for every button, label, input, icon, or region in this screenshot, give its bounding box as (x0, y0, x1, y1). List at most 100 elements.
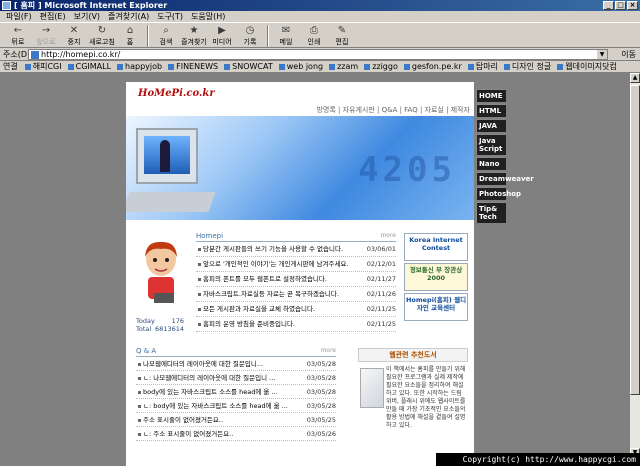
standard-toolbar: ← 뒤로 → 앞으로 ✕ 중지 ↻ 새로고침 ⌂ 홈 ⌕ 검색 ★ 즐겨찾기 ▶ 미디어 ◷ 기록… (0, 22, 640, 48)
list-item[interactable]: 모든 게시판과 자료실을 교체 하였습니다. 02/11/25 (196, 302, 396, 317)
list-item[interactable]: 홈피의 폰트를 모두 웹폰트로 설정하였습니다. 02/11/27 (196, 272, 396, 287)
side-nav-item[interactable]: HOME (476, 89, 506, 102)
keyboard-image (126, 192, 216, 212)
book-recommendation: 웹관련 추천도서 이 책에서는 홈피를 만들기 위해 필요한 프로그램과 실제 … (358, 348, 468, 458)
media-button[interactable]: ▶ 미디어 (208, 23, 236, 48)
media-icon: ▶ (218, 24, 226, 36)
link-item[interactable]: FINENEWS (166, 61, 222, 72)
history-icon: ◷ (245, 24, 255, 36)
link-item[interactable]: zziggo (362, 61, 402, 72)
forward-icon: → (41, 24, 51, 36)
side-nav-item[interactable]: Nano (476, 157, 506, 170)
links-bar: 연결 해피CGI CGIMALL happyjob FINENEWS SNOWC… (0, 61, 640, 73)
edit-icon: ✎ (337, 24, 347, 36)
menu-help[interactable]: 도움말(H) (191, 11, 225, 22)
vertical-scrollbar[interactable]: ▲ ▼ (630, 73, 640, 466)
ie-icon (2, 1, 11, 10)
scroll-thumb[interactable] (630, 85, 640, 395)
site-logo[interactable]: HoMePi.co.kr (138, 88, 215, 99)
side-nav-item[interactable]: Dreamweaver (476, 172, 534, 185)
qna-board: Q & A more 나모웹에디터의 레이아웃에 대한 질문입니... 03/05… (136, 347, 336, 441)
menu-view[interactable]: 보기(V) (74, 11, 100, 22)
link-item[interactable]: 웹데이미지닷컴 (555, 61, 621, 72)
list-item[interactable]: 나모웹에디터의 레이아웃에 대한 질문입니... 03/05/28 (136, 357, 336, 371)
avatar (136, 237, 186, 307)
back-button[interactable]: ← 뒤로 (4, 23, 32, 48)
award-banner[interactable]: 정보통신 부 장관상 2000 (404, 263, 468, 291)
link-item[interactable]: web jong (277, 61, 327, 72)
history-button[interactable]: ◷ 기록 (236, 23, 264, 48)
link-item[interactable]: zzam (327, 61, 362, 72)
edit-button[interactable]: ✎ 편집 (328, 23, 356, 48)
list-item[interactable]: 홈피의 운영 방침을 준비중입니다. 02/11/25 (196, 317, 396, 332)
scroll-up-button[interactable]: ▲ (630, 73, 640, 83)
menu-file[interactable]: 파일(F) (6, 11, 32, 22)
copyright-overlay: Copyright(c) http://www.happycgi.com (436, 453, 640, 466)
link-item[interactable]: happyjob (115, 61, 166, 72)
go-button[interactable]: 이동 (621, 49, 636, 60)
banner-number: 4205 (358, 150, 456, 190)
list-item[interactable]: body에 있는 자바스크립트 소스를 head에 옮 ... 03/05/28 (136, 385, 336, 399)
side-nav-item[interactable]: Java Script (476, 134, 506, 155)
maximize-button[interactable]: □ (615, 1, 626, 10)
refresh-button[interactable]: ↻ 새로고침 (88, 23, 116, 48)
address-label: 주소(D) (3, 50, 31, 59)
more-link[interactable]: more (320, 347, 336, 354)
list-item[interactable]: ㄴ: 주소 표시줄이 없어졌거든요.. 03/05/26 (136, 427, 336, 441)
hero-banner: 4205 (126, 116, 474, 220)
menu-favorites[interactable]: 즐겨찾기(A) (108, 11, 149, 22)
link-item[interactable]: 해피CGI (23, 61, 66, 72)
list-item[interactable]: ㄴ: body에 있는 자바스크립트 소스를 head에 옮 ... 03/05/… (136, 399, 336, 413)
notice-header: Homepi more (196, 232, 396, 242)
stop-button[interactable]: ✕ 중지 (60, 23, 88, 48)
menu-bar: 파일(F) 편집(E) 보기(V) 즐겨찾기(A) 도구(T) 도움말(H) (0, 11, 640, 22)
total-count: 6813614 (155, 325, 184, 333)
notice-board: Homepi more 당분간 게시판들의 쓰기 기능을 사용할 수 없습니다.… (196, 232, 396, 332)
link-item[interactable]: SNOWCAT (222, 61, 277, 72)
mail-button[interactable]: ✉ 메일 (272, 23, 300, 48)
title-prefix: [ 홈피 ] (14, 1, 42, 10)
forward-button[interactable]: → 앞으로 (32, 23, 60, 48)
side-nav-item[interactable]: Photoshop (476, 187, 521, 200)
link-item[interactable]: CGIMALL (66, 61, 115, 72)
side-nav-item[interactable]: JAVA (476, 119, 506, 132)
print-button[interactable]: ⎙ 인쇄 (300, 23, 328, 48)
book-cover-image[interactable] (360, 368, 384, 408)
minimize-button[interactable]: _ (603, 1, 614, 10)
list-item[interactable]: ㄴ: 나모웹에디터의 레이아웃에 대한 질문입니 ... 03/05/28 (136, 371, 336, 385)
list-item[interactable]: 주소 표시줄이 없어졌거든요.. 03/05/25 (136, 413, 336, 427)
menu-edit[interactable]: 편집(E) (40, 11, 66, 22)
link-item[interactable]: gesfon.pe.kr (402, 61, 466, 72)
address-value: http://homepi.co.kr/ (41, 50, 121, 59)
menu-tools[interactable]: 도구(T) (157, 11, 183, 22)
links-title: 연결 (3, 62, 18, 71)
link-item[interactable]: 탑마리 (466, 61, 502, 72)
back-icon: ← (13, 24, 23, 36)
side-nav: HOME HTML JAVA Java Script Nano Dreamwea… (476, 89, 534, 225)
banner-column: Korea Internet Contest 정보통신 부 장관상 2000 H… (404, 233, 468, 323)
link-item[interactable]: 디자인 정글 (502, 61, 555, 72)
list-item[interactable]: 자바스크립트.자료실등 자료는 곧 복구하겠습니다. 02/11/26 (196, 287, 396, 302)
toolbar-separator (267, 25, 269, 47)
page-icon (31, 51, 39, 59)
side-nav-item[interactable]: HTML (476, 104, 506, 117)
address-dropdown[interactable]: ▼ (597, 50, 607, 59)
close-button[interactable]: × (627, 1, 638, 10)
home-button[interactable]: ⌂ 홈 (116, 23, 144, 48)
list-item[interactable]: 당분간 게시판들의 쓰기 기능을 사용할 수 없습니다. 03/06/01 (196, 242, 396, 257)
refresh-icon: ↻ (97, 24, 107, 36)
side-nav-item[interactable]: Tip& Tech (476, 202, 506, 223)
monitor-image (136, 128, 198, 184)
home-icon: ⌂ (126, 24, 134, 36)
search-button[interactable]: ⌕ 검색 (152, 23, 180, 48)
address-input[interactable]: http://homepi.co.kr/ ▼ (28, 49, 608, 60)
favorites-button[interactable]: ★ 즐겨찾기 (180, 23, 208, 48)
stop-icon: ✕ (69, 24, 79, 36)
person-figure (160, 140, 170, 172)
education-center-banner[interactable]: Homepi(홈피) 웹디자인 교육센터 (404, 293, 468, 321)
top-nav[interactable]: 방명록 | 자유게시판 | Q&A | FAQ | 자료실 | 제작자 (316, 105, 470, 115)
korea-internet-contest-banner[interactable]: Korea Internet Contest (404, 233, 468, 261)
favorites-icon: ★ (189, 24, 199, 36)
list-item[interactable]: 앞으로 '개인적인 이야기'는 개인게시판에 남겨주세요. 02/12/01 (196, 257, 396, 272)
more-link[interactable]: more (380, 232, 396, 239)
